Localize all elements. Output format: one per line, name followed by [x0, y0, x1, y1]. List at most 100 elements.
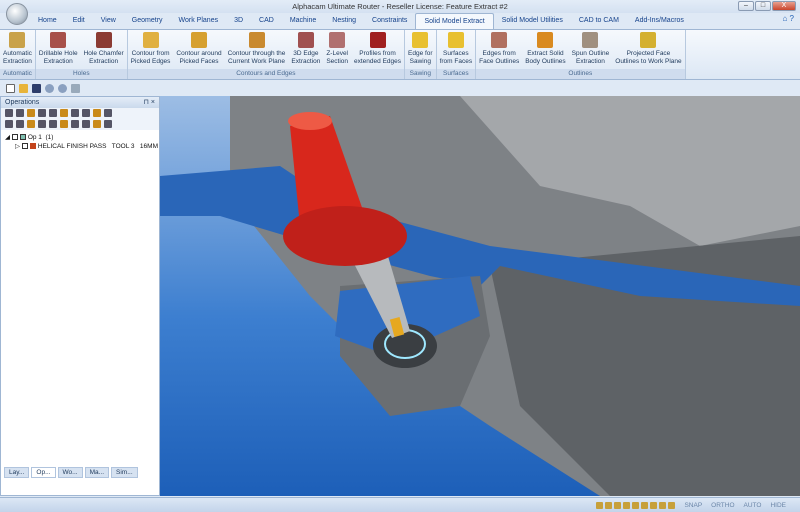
snap-toggle[interactable]: SNAP: [684, 502, 702, 509]
collapse-icon[interactable]: [16, 109, 24, 117]
view-icon[interactable]: [614, 501, 622, 509]
tree-item-helical[interactable]: ▷ HELICAL FINISH PASS TOOL 3 16MM FLAT: [5, 142, 175, 151]
view-icon[interactable]: [668, 501, 676, 509]
new-icon[interactable]: [6, 83, 15, 93]
contour-from-picked-edges-button[interactable]: Contour from Picked Edges: [128, 30, 174, 69]
view-icon[interactable]: [650, 501, 658, 509]
spun-outline-extraction-button[interactable]: Spun Outline Extraction: [569, 30, 613, 69]
panel-tab-3[interactable]: Wo...: [57, 467, 83, 478]
delete-icon[interactable]: [5, 120, 13, 128]
paste-icon[interactable]: [27, 109, 35, 117]
view-icon[interactable]: [641, 501, 649, 509]
open-icon[interactable]: [19, 83, 28, 93]
view-icon[interactable]: [596, 501, 604, 509]
view-icon[interactable]: [623, 501, 631, 509]
button-label: Profiles from extended Edges: [354, 50, 401, 65]
hide-toggle[interactable]: HIDE: [770, 502, 786, 509]
feature-icon: [142, 32, 159, 48]
highlight-icon[interactable]: [104, 109, 112, 117]
feature-icon: [447, 32, 464, 48]
tab-home[interactable]: Home: [30, 13, 65, 29]
tab-work-planes[interactable]: Work Planes: [171, 13, 227, 29]
button-label: Surfaces from Faces: [439, 50, 473, 65]
tab-view[interactable]: View: [93, 13, 124, 29]
maximize-button[interactable]: □: [755, 1, 771, 11]
tab-geometry[interactable]: Geometry: [124, 13, 171, 29]
button-label: Edge for Sawing: [408, 50, 433, 65]
surfaces-from-faces-button[interactable]: Surfaces from Faces: [437, 30, 476, 69]
operations-toolbar-1: [1, 108, 159, 119]
tab-solid-model-utilities[interactable]: Solid Model Utilities: [494, 13, 571, 29]
hole-chamfer-extraction-button[interactable]: Hole Chamfer Extraction: [81, 30, 127, 69]
move-icon[interactable]: [93, 120, 101, 128]
customize-icon[interactable]: [71, 83, 80, 93]
button-label: Contour from Picked Edges: [130, 50, 171, 65]
feature-icon: [95, 32, 112, 48]
tab-constraints[interactable]: Constraints: [364, 13, 415, 29]
up-arrow-icon[interactable]: [71, 109, 79, 117]
3d-edge-extraction-button[interactable]: 3D Edge Extraction: [288, 30, 323, 69]
extract-solid-body-outlines-button[interactable]: Extract Solid Body Outlines: [522, 30, 568, 69]
button-label: Contour around Picked Faces: [176, 50, 222, 65]
tab-nesting[interactable]: Nesting: [324, 13, 364, 29]
panel-tab-5[interactable]: Sim...: [111, 467, 138, 478]
save-icon[interactable]: [32, 83, 41, 93]
profiles-from-extended-edges-button[interactable]: Profiles from extended Edges: [351, 30, 404, 69]
select-icon[interactable]: [60, 120, 68, 128]
panel-tab-1[interactable]: Lay...: [4, 467, 30, 478]
tool-icon[interactable]: [60, 109, 68, 117]
z-level-section-button[interactable]: Z-Level Section: [323, 30, 351, 69]
tab-3d[interactable]: 3D: [226, 13, 251, 29]
feature-icon: [537, 32, 554, 48]
edge-for-sawing-button[interactable]: Edge for Sawing: [405, 30, 436, 69]
view-icon[interactable]: [632, 501, 640, 509]
view-icon[interactable]: [605, 501, 613, 509]
undo-icon[interactable]: [45, 83, 54, 93]
edges-from-face-outlines-button[interactable]: Edges from Face Outlines: [476, 30, 522, 69]
group-label: Outlines: [476, 69, 685, 79]
tab-add-ins-macros[interactable]: Add-Ins/Macros: [627, 13, 692, 29]
find-icon[interactable]: [49, 120, 57, 128]
tab-cad[interactable]: CAD: [251, 13, 282, 29]
tab-solid-model-extract[interactable]: Solid Model Extract: [415, 13, 494, 29]
group-label: Automatic: [0, 69, 35, 79]
auto-toggle[interactable]: AUTO: [744, 502, 762, 509]
down-arrow-icon[interactable]: [82, 109, 90, 117]
undo-icon[interactable]: [16, 120, 24, 128]
help-icon[interactable]: ⌂ ?: [782, 14, 794, 23]
tool-top: [288, 112, 332, 130]
automatic-extraction-button[interactable]: Automatic Extraction: [0, 30, 35, 69]
projected-face-outlines-to-work-plane-button[interactable]: Projected Face Outlines to Work Plane: [612, 30, 684, 69]
3d-viewport[interactable]: [160, 96, 800, 496]
tab-edit[interactable]: Edit: [65, 13, 93, 29]
tool-icon[interactable]: [49, 109, 57, 117]
feature-icon: [50, 32, 67, 48]
ribbon-group-surfaces: Surfaces from Faces Surfaces: [436, 30, 477, 79]
move-icon[interactable]: [104, 120, 112, 128]
tree-item-op1[interactable]: ◢ Op 1 (1): [5, 133, 155, 142]
edit-icon[interactable]: [93, 109, 101, 117]
panel-tab-4[interactable]: Ma...: [84, 467, 110, 478]
feature-icon: [191, 32, 207, 48]
application-button[interactable]: [6, 3, 28, 25]
minimize-button[interactable]: –: [738, 1, 754, 11]
contour-through-the-current-work-plane-button[interactable]: Contour through the Current Work Plane: [225, 30, 289, 69]
close-button[interactable]: X: [772, 1, 796, 11]
panel-controls[interactable]: ⊓ ×: [144, 97, 156, 108]
contour-around-picked-faces-button[interactable]: Contour around Picked Faces: [173, 30, 224, 69]
tab-machine[interactable]: Machine: [282, 13, 324, 29]
unlock-icon[interactable]: [38, 120, 46, 128]
tab-cad-to-cam[interactable]: CAD to CAM: [571, 13, 627, 29]
redo-icon[interactable]: [58, 83, 67, 93]
panel-tab-2[interactable]: Op...: [31, 467, 56, 478]
lock-icon[interactable]: [27, 120, 35, 128]
expand-icon[interactable]: [5, 109, 13, 117]
copy-icon[interactable]: [38, 109, 46, 117]
group-label: Surfaces: [436, 69, 476, 79]
move-icon[interactable]: [82, 120, 90, 128]
ortho-toggle[interactable]: ORTHO: [711, 502, 734, 509]
cut-icon[interactable]: [71, 120, 79, 128]
view-icon[interactable]: [659, 501, 667, 509]
drillable-hole-extraction-button[interactable]: Drillable Hole Extraction: [36, 30, 81, 69]
ribbon-group-holes: Drillable Hole Extraction Hole Chamfer Ex…: [35, 30, 128, 79]
